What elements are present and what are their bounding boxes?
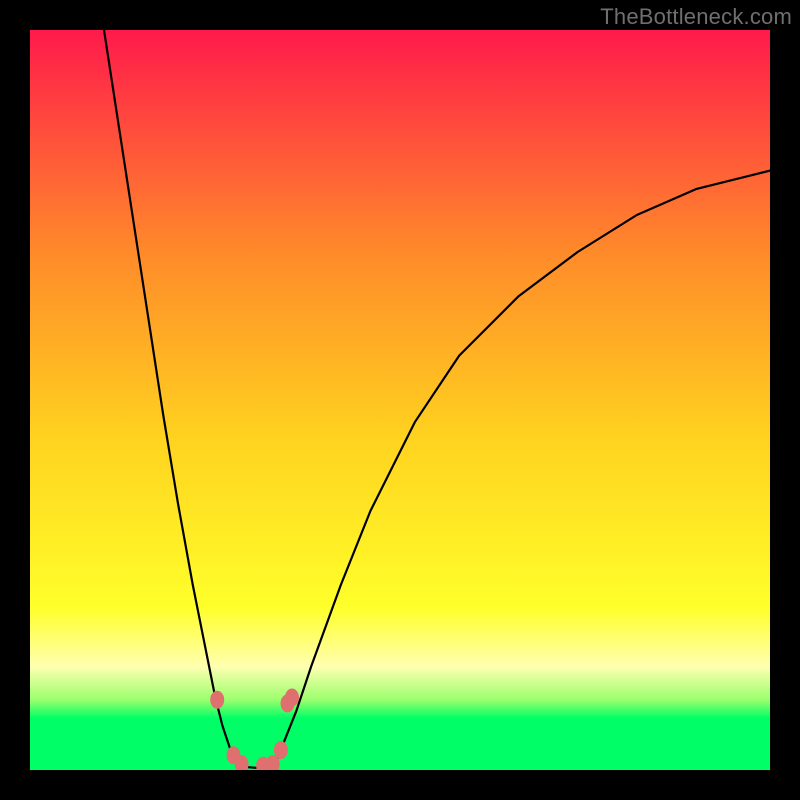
bottleneck-chart — [30, 30, 770, 770]
plot-frame — [30, 30, 770, 770]
watermark-text: TheBottleneck.com — [600, 4, 792, 30]
data-marker — [274, 741, 288, 759]
gradient-background — [30, 30, 770, 770]
data-marker — [285, 689, 299, 707]
data-marker — [210, 691, 224, 709]
